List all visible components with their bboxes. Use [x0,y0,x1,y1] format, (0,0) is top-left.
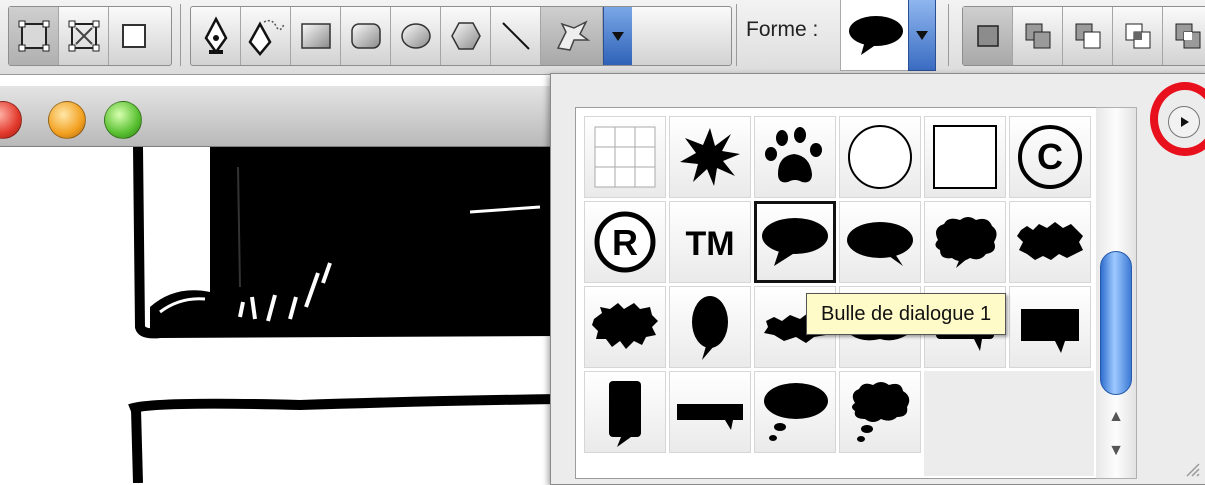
freeform-pen-icon [247,19,285,56]
custom-shape-tool-button[interactable] [541,7,603,65]
rectangle-tool-button[interactable] [291,7,341,65]
rounded-rectangle-icon [350,23,381,49]
registered-icon: R [594,211,656,273]
speech-bubble-11-icon [609,381,641,447]
subtract-area-mode-button[interactable] [1063,7,1113,65]
shape-cell-starburst[interactable] [669,116,751,198]
line-icon [501,22,530,50]
speech-bubble-12-icon [677,404,743,430]
comic-panel-drawing [128,147,560,483]
combine-mode-group [962,6,1205,66]
custom-shape-dropdown-arrow[interactable] [603,7,632,65]
zoom-window-button[interactable] [104,101,142,139]
intersect-area-mode-button[interactable] [1113,7,1163,65]
mode-button-group [8,6,172,66]
shape-tools-group [190,6,732,66]
speech-bubble-1-icon [849,16,903,55]
document-canvas[interactable] [0,147,560,483]
shape-cell-square-frame[interactable] [924,116,1006,198]
shape-grid-empty-area [924,371,1094,476]
svg-text:TM: TM [685,225,734,263]
toolbar-divider [948,4,949,66]
shape-cell-speech-bubble-2[interactable] [839,201,921,283]
shape-cell-trademark[interactable]: TM [669,201,751,283]
shape-cell-copyright[interactable]: C [1009,116,1091,198]
speech-bubble-3-icon [935,217,997,268]
exclude-area-mode-button[interactable] [1163,7,1205,65]
speech-bubble-6-icon [692,296,728,360]
svg-text:R: R [612,222,638,263]
ellipse-icon [400,23,431,49]
circle-frame-icon [848,125,912,189]
custom-shape-picker-panel: C R TM ▲ ▼ [550,73,1205,485]
shape-layers-button[interactable] [9,7,59,65]
shape-cell-thought-bubble-1[interactable] [754,371,836,453]
ellipse-tool-button[interactable] [391,7,441,65]
scroll-down-arrow[interactable]: ▼ [1096,436,1136,466]
options-toolbar: Forme : [0,0,1205,75]
chevron-down-icon [916,31,928,40]
intersect-area-icon [1125,23,1150,49]
forme-shape-preview[interactable] [840,0,912,71]
shape-cell-speech-bubble-4[interactable] [1009,201,1091,283]
grid-icon [594,126,656,188]
fill-pixels-button[interactable] [109,7,159,65]
chevron-down-icon [612,32,624,41]
speech-bubble-1-icon [762,218,828,266]
shape-layers-icon [18,20,49,52]
shape-cell-speech-bubble-12[interactable] [669,371,751,453]
polygon-tool-button[interactable] [441,7,491,65]
paths-icon [68,20,99,52]
scroll-up-arrow[interactable]: ▲ [1096,402,1136,432]
forme-label: Forme : [746,18,819,41]
fill-pixels-icon [122,24,146,48]
square-frame-icon [933,125,997,189]
add-area-mode-button[interactable] [1013,7,1063,65]
toolbar-divider [736,4,737,66]
forme-dropdown-arrow[interactable] [908,0,936,71]
shape-cell-speech-bubble-5[interactable] [584,286,666,368]
shape-cell-circle-frame[interactable] [839,116,921,198]
thought-bubble-1-icon [764,383,828,441]
freeform-pen-tool-button[interactable] [241,7,291,65]
shape-cell-speech-bubble-6[interactable] [669,286,751,368]
copyright-icon: C [1018,125,1082,189]
starburst-icon [680,128,740,186]
polygon-icon [450,22,481,50]
shape-grid-scrollbar[interactable]: ▲ ▼ [1096,107,1137,479]
scrollbar-thumb[interactable] [1100,251,1132,395]
shape-cell-speech-bubble-10[interactable] [1009,286,1091,368]
exclude-area-icon [1175,23,1201,49]
line-tool-button[interactable] [491,7,541,65]
subtract-area-icon [1075,23,1100,49]
shape-cell-thought-bubble-2[interactable] [839,371,921,453]
shape-cell-speech-bubble-11[interactable] [584,371,666,453]
speech-bubble-10-icon [1021,309,1079,353]
shape-cell-grid[interactable] [584,116,666,198]
speech-bubble-4-icon [1017,222,1083,260]
new-layer-icon [976,25,999,47]
speech-bubble-5-icon [592,303,658,349]
paths-button[interactable] [59,7,109,65]
rectangle-icon [300,23,331,49]
custom-shape-icon [556,20,590,51]
resize-grip-icon[interactable] [1183,460,1201,478]
shape-cell-paw-print[interactable] [754,116,836,198]
paw-print-icon [765,127,822,183]
trademark-icon: TM [685,225,734,263]
rounded-rectangle-tool-button[interactable] [341,7,391,65]
svg-text:C: C [1037,136,1063,177]
shape-cell-speech-bubble-1[interactable] [754,201,836,283]
pen-icon [204,16,227,55]
toolbar-divider [180,4,181,66]
speech-bubble-2-icon [847,222,913,266]
shape-cell-speech-bubble-3[interactable] [924,201,1006,283]
add-area-icon [1025,23,1050,49]
thought-bubble-2-icon [852,382,910,442]
shape-cell-registered[interactable]: R [584,201,666,283]
shape-tooltip: Bulle de dialogue 1 [806,293,1007,335]
new-layer-mode-button[interactable] [963,7,1013,65]
pen-tool-button[interactable] [191,7,241,65]
minimize-window-button[interactable] [48,101,86,139]
